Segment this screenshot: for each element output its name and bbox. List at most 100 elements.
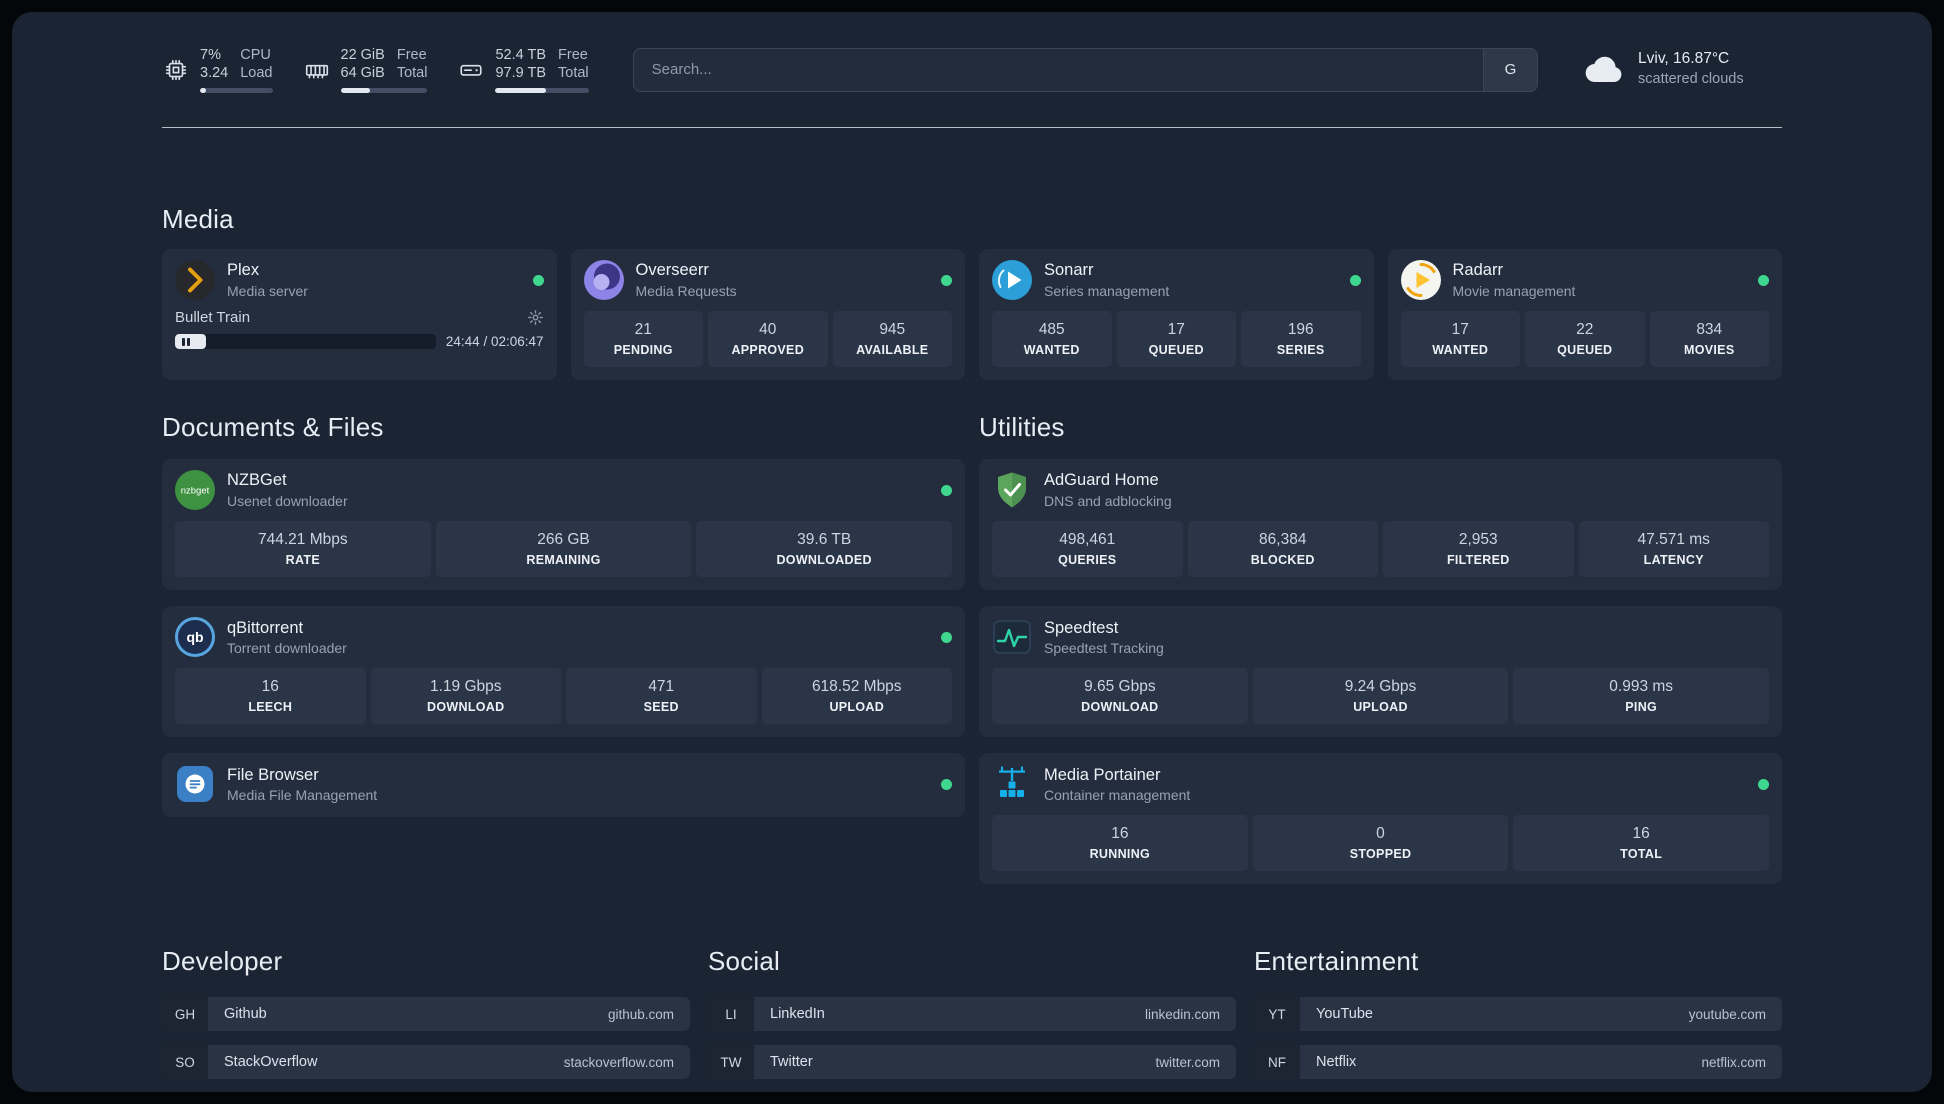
search-provider-button[interactable]: G [1483,48,1537,91]
service-name: AdGuard Home [1044,471,1159,490]
section-title-social: Social [708,946,781,977]
disk-label-2: Total [558,65,589,82]
service-card-sonarr: Sonarr Series management 485 WANTED 17 Q… [979,249,1374,381]
service-description: Usenet downloader [227,492,348,509]
overseerr-link[interactable]: Overseerr Media Requests [583,260,952,301]
stats-row: 485 WANTED 17 QUEUED 196 SERIES [992,311,1361,368]
service-card-plex: Plex Media server Bullet Train 24:44 / 0… [162,249,557,381]
bookmark-domain: youtube.com [1688,1006,1766,1022]
stat-value: 471 [648,678,675,696]
status-dot [1349,274,1361,286]
memory-icon [303,56,331,84]
stat-tile: 196 SERIES [1241,311,1361,368]
status-dot [941,484,952,496]
pause-icon[interactable] [182,337,190,346]
stat-label: DOWNLOAD [427,700,505,715]
cpu-label-2: Load [240,65,273,82]
now-playing-title: Bullet Train [175,309,251,327]
stat-label: WANTED [1432,343,1489,358]
section-title-documents: Documents & Files [162,412,384,443]
plex-link[interactable]: Plex Media server [175,260,544,301]
bookmark-twitter[interactable]: TW Twitter twitter.com [708,1045,1236,1080]
bookmark-netflix[interactable]: NF Netflix netflix.com [1254,1045,1782,1080]
nzbget-link[interactable]: nzbget NZBGet Usenet downloader [175,470,952,511]
bookmark-abbr: NF [1254,1045,1300,1080]
section-title-entertainment: Entertainment [1254,946,1419,977]
stat-label: SERIES [1276,343,1325,358]
disk-widget: 52.4 TB 97.9 TB Free Total [457,46,589,94]
bookmark-name: Github [224,1006,267,1023]
bookmark-columns: Developer GH Github github.com SO StackO… [162,946,1782,1092]
stat-value: 1.19 Gbps [429,678,502,696]
stat-value: 9.24 Gbps [1344,678,1417,696]
playback-progress-bar[interactable] [175,334,436,350]
bookmark-domain: netflix.com [1701,1054,1766,1070]
stat-value: 40 [759,321,777,339]
qbittorrent-link[interactable]: qb qBittorrent Torrent downloader [175,617,952,658]
media-card-grid: Plex Media server Bullet Train 24:44 / 0… [162,249,1782,381]
cpu-label-1: CPU [240,47,271,63]
stat-label: QUERIES [1058,553,1117,568]
svg-text:nzbget: nzbget [181,486,210,497]
memory-widget: 22 GiB 64 GiB Free Total [303,46,428,94]
status-dot [1758,778,1769,790]
stat-label: RUNNING [1089,847,1151,862]
stat-value: 744.21 Mbps [258,531,348,549]
section-title-media: Media [162,204,234,235]
entertainment-column: Entertainment YT YouTube youtube.com NF … [1254,946,1782,1092]
stat-label: QUEUED [1148,343,1204,358]
stat-tile: 485 WANTED [992,311,1112,368]
bookmark-stackoverflow[interactable]: SO StackOverflow stackoverflow.com [162,1045,690,1080]
speedtest-link[interactable]: Speedtest Speedtest Tracking [992,617,1769,657]
stat-value: 266 GB [537,531,590,549]
stat-label: APPROVED [731,343,805,358]
status-dot [941,631,952,643]
cpu-progress-bar [200,88,273,94]
bookmark-youtube[interactable]: YT YouTube youtube.com [1254,997,1782,1032]
cpu-load-value: 3.24 [200,65,229,82]
stat-value: 39.6 TB [797,531,852,549]
stats-row: 744.21 Mbps RATE 266 GB REMAINING 39.6 T… [175,521,952,578]
weather-widget[interactable]: Lviv, 16.87°C scattered clouds [1582,49,1782,89]
sonarr-icon [992,260,1032,301]
search-bar: G [632,47,1538,92]
status-dot [532,274,544,286]
memory-total-value: 64 GiB [340,65,385,82]
bookmark-abbr: YT [1254,997,1300,1032]
stat-value: 47.571 ms [1637,531,1710,549]
stat-value: 498,461 [1059,531,1116,549]
stat-label: LATENCY [1643,553,1704,568]
stat-value: 945 [879,321,906,339]
portainer-link[interactable]: Media Portainer Container management [992,764,1769,804]
stat-tile: 21 PENDING [583,311,703,368]
stat-value: 16 [1632,825,1650,843]
gear-icon[interactable] [527,309,544,326]
bookmark-name: StackOverflow [224,1054,318,1071]
documents-column: Documents & Files nzbget NZBGet Usenet d… [162,412,965,818]
service-name: qBittorrent [227,618,304,637]
stats-row: 21 PENDING 40 APPROVED 945 AVAILABLE [583,311,952,368]
bookmark-name: LinkedIn [770,1006,825,1023]
stats-row: 16 LEECH 1.19 Gbps DOWNLOAD 471 SEED 618… [175,668,952,725]
bookmark-linkedin[interactable]: LI LinkedIn linkedin.com [708,997,1236,1032]
disk-readout: 52.4 TB 97.9 TB Free Total [495,46,589,94]
service-card-adguard: AdGuard Home DNS and adblocking 498,461 … [979,459,1782,591]
stat-tile: 0 STOPPED [1252,815,1509,872]
stat-tile: 618.52 Mbps UPLOAD [761,668,952,725]
bookmark-github[interactable]: GH Github github.com [162,997,690,1032]
weather-location: Lviv, 16.87°C [1638,50,1730,68]
radarr-link[interactable]: Radarr Movie management [1400,260,1769,301]
stat-value: 22 [1576,321,1594,339]
stat-label: UPLOAD [829,700,885,715]
bookmark-abbr: TW [708,1045,754,1080]
memory-label-1: Free [396,47,427,63]
stat-label: SEED [643,700,679,715]
memory-readout: 22 GiB 64 GiB Free Total [340,46,428,94]
search-input[interactable] [633,61,1483,79]
adguard-link[interactable]: AdGuard Home DNS and adblocking [992,470,1769,510]
sonarr-link[interactable]: Sonarr Series management [992,260,1361,301]
filebrowser-link[interactable]: File Browser Media File Management [175,764,952,804]
stats-row: 9.65 Gbps DOWNLOAD 9.24 Gbps UPLOAD 0.99… [992,668,1769,725]
svg-text:qb: qb [186,629,203,645]
weather-text: Lviv, 16.87°C scattered clouds [1638,49,1744,89]
